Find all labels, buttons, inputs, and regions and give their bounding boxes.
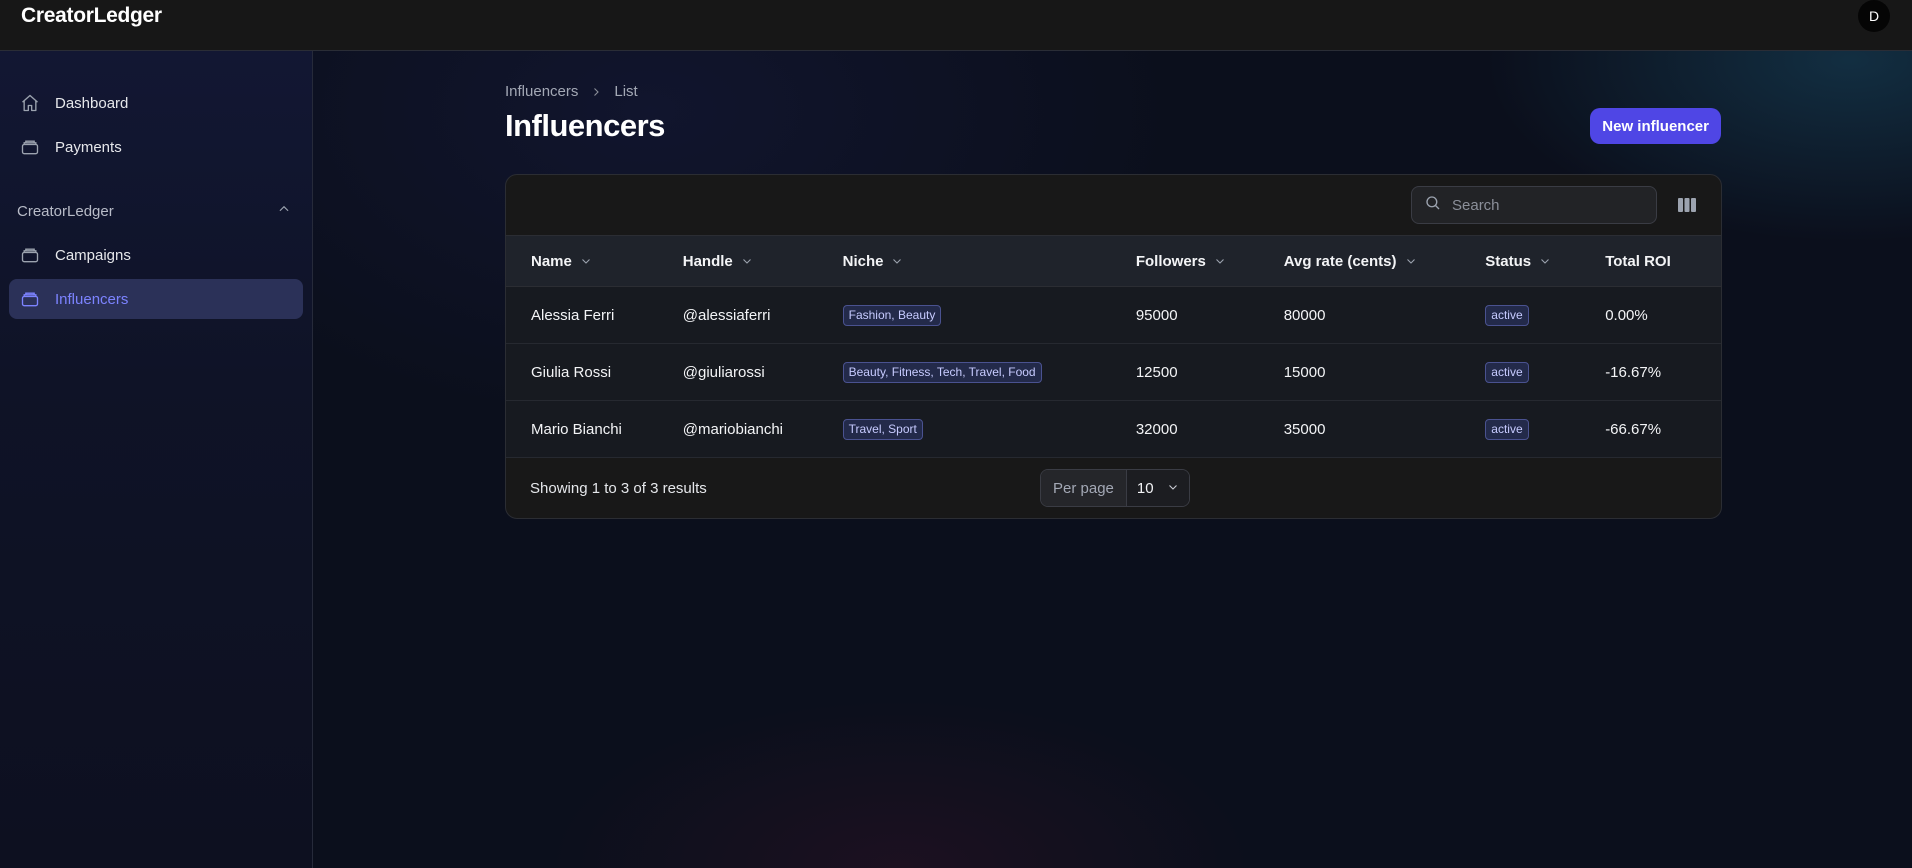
chevron-down-icon <box>1539 255 1551 267</box>
sidebar-item-campaigns[interactable]: Campaigns <box>9 235 303 275</box>
niche-badge: Fashion, Beauty <box>842 304 942 326</box>
cell-status: active <box>1460 287 1580 344</box>
title-row: Influencers New influencer <box>505 108 1722 144</box>
page-title: Influencers <box>505 108 665 143</box>
niche-badge: Travel, Sport <box>842 418 923 440</box>
sidebar: Dashboard Payments CreatorLedger Campaig… <box>0 51 313 868</box>
sidebar-item-label: Campaigns <box>55 246 131 264</box>
chevron-down-icon <box>1405 255 1417 267</box>
cell-handle: @mariobianchi <box>682 420 784 438</box>
breadcrumb-item-influencers[interactable]: Influencers <box>505 83 578 100</box>
main-content: Influencers List Influencers New influen… <box>505 51 1722 519</box>
sidebar-item-label: Dashboard <box>55 94 129 112</box>
cell-name: Giulia Rossi <box>531 363 612 381</box>
new-influencer-button[interactable]: New influencer <box>1590 108 1721 144</box>
table-row[interactable]: Mario Bianchi @mariobianchi Travel, Spor… <box>506 400 1721 458</box>
sidebar-item-payments[interactable]: Payments <box>9 127 303 167</box>
stack-icon <box>19 288 41 310</box>
cell-avg-rate: 80000 <box>1283 306 1326 324</box>
per-page-control: Per page 10 <box>1040 469 1190 507</box>
chevron-down-icon <box>580 255 592 267</box>
column-header-niche[interactable]: Niche <box>818 236 1111 287</box>
cell-followers: 12500 <box>1135 363 1178 381</box>
per-page-select[interactable]: 10 <box>1126 470 1189 506</box>
table-toolbar <box>506 175 1721 235</box>
sidebar-item-dashboard[interactable]: Dashboard <box>9 83 303 123</box>
sidebar-item-label: Influencers <box>55 290 129 308</box>
status-badge: active <box>1485 304 1529 326</box>
chevron-up-icon[interactable] <box>277 202 291 220</box>
chevron-right-icon <box>590 86 602 98</box>
influencers-table: Name Handle Niche Followers Avg rate (ce… <box>506 235 1721 458</box>
home-icon <box>19 92 41 114</box>
status-badge: active <box>1485 361 1529 383</box>
column-header-avg-rate[interactable]: Avg rate (cents) <box>1259 236 1461 287</box>
sidebar-group-label: CreatorLedger <box>17 202 114 220</box>
table-row[interactable]: Giulia Rossi @giuliarossi Beauty, Fitnes… <box>506 343 1721 401</box>
search-icon <box>1424 194 1442 217</box>
cell-roi: -66.67% <box>1605 420 1662 438</box>
per-page-value: 10 <box>1136 479 1154 497</box>
influencers-table-card: Name Handle Niche Followers Avg rate (ce… <box>505 174 1722 519</box>
search-input[interactable] <box>1452 196 1642 214</box>
status-badge: active <box>1485 418 1529 440</box>
cell-avg-rate: 15000 <box>1283 363 1326 381</box>
chevron-down-icon <box>891 255 903 267</box>
search-box[interactable] <box>1411 186 1657 224</box>
breadcrumb: Influencers List <box>505 83 1722 100</box>
column-toggle-icon[interactable] <box>1675 193 1699 217</box>
user-avatar[interactable]: D <box>1858 0 1890 32</box>
table-row[interactable]: Alessia Ferri @alessiaferri Fashion, Bea… <box>506 286 1721 344</box>
niche-badge: Beauty, Fitness, Tech, Travel, Food <box>842 361 1042 383</box>
chevron-down-icon <box>741 255 753 267</box>
cell-niche: Travel, Sport <box>818 401 1111 458</box>
column-header-handle[interactable]: Handle <box>658 236 818 287</box>
stack-icon <box>19 244 41 266</box>
column-header-status[interactable]: Status <box>1460 236 1580 287</box>
cell-name: Alessia Ferri <box>531 306 615 324</box>
cell-handle: @giuliarossi <box>682 363 765 381</box>
cell-niche: Fashion, Beauty <box>818 287 1111 344</box>
cell-avg-rate: 35000 <box>1283 420 1326 438</box>
cell-followers: 95000 <box>1135 306 1178 324</box>
sidebar-group-creatorledger[interactable]: CreatorLedger <box>9 191 303 231</box>
sidebar-item-influencers[interactable]: Influencers <box>9 279 303 319</box>
column-header-followers[interactable]: Followers <box>1111 236 1259 287</box>
column-header-total-roi: Total ROI <box>1605 252 1671 270</box>
cell-roi: 0.00% <box>1605 306 1648 324</box>
table-footer: Showing 1 to 3 of 3 results Per page 10 <box>506 458 1721 518</box>
sidebar-item-label: Payments <box>55 138 122 156</box>
chevron-down-icon <box>1214 255 1226 267</box>
cell-name: Mario Bianchi <box>531 420 622 438</box>
stack-icon <box>19 136 41 158</box>
cell-niche: Beauty, Fitness, Tech, Travel, Food <box>818 344 1111 401</box>
cell-status: active <box>1460 401 1580 458</box>
top-bar: CreatorLedger D <box>0 0 1912 51</box>
breadcrumb-item-list: List <box>614 83 638 100</box>
cell-roi: -16.67% <box>1605 363 1662 381</box>
cell-handle: @alessiaferri <box>682 306 771 324</box>
per-page-label: Per page <box>1041 470 1127 506</box>
cell-status: active <box>1460 344 1580 401</box>
brand-logo[interactable]: CreatorLedger <box>21 4 162 28</box>
column-header-name[interactable]: Name <box>506 236 658 287</box>
cell-followers: 32000 <box>1135 420 1178 438</box>
chevron-down-icon <box>1167 480 1179 497</box>
table-header-row: Name Handle Niche Followers Avg rate (ce… <box>506 235 1721 287</box>
results-summary: Showing 1 to 3 of 3 results <box>530 479 707 497</box>
